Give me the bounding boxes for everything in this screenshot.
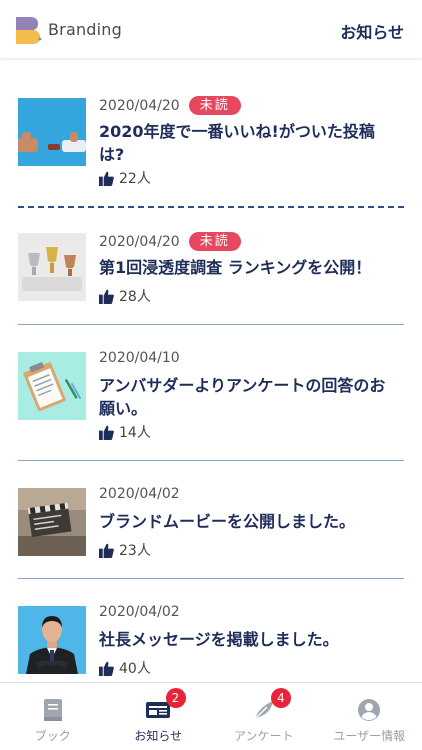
news-date: 2020/04/02 [99, 604, 180, 620]
clapperboard-photo-icon [18, 488, 86, 556]
like-count: 23人 [99, 540, 151, 560]
like-count: 28人 [99, 286, 151, 306]
tab-user-info[interactable]: ユーザー情報 [317, 683, 422, 750]
user-icon [358, 699, 381, 721]
brand-name: Branding [48, 20, 122, 39]
news-meta: 2020/04/10 [99, 350, 180, 366]
tab-label: お知らせ [134, 729, 183, 743]
tab-label: アンケート [233, 729, 294, 743]
page-title: お知らせ [340, 23, 404, 42]
news-item[interactable]: 2020/04/20 未読 2020年度で一番いいね!がついた投稿は? 22人 [0, 58, 422, 208]
thumbs-up-icon [99, 171, 114, 186]
item-divider [18, 324, 404, 325]
like-count-text: 23人 [119, 543, 151, 559]
news-meta: 2020/04/20 未読 [99, 96, 241, 115]
news-item[interactable]: 2020/04/02 社長メッセージを掲載しました。 40人 [0, 584, 422, 682]
notification-count-badge: 4 [271, 688, 291, 708]
news-date: 2020/04/20 [99, 233, 180, 250]
news-title[interactable]: アンバサダーよりアンケートの回答のお願い。 [99, 374, 399, 420]
unread-badge: 未読 [188, 232, 241, 251]
tab-label: ブック [34, 729, 71, 743]
like-count-text: 14人 [119, 425, 151, 441]
branding-logo-icon [16, 17, 42, 44]
thumbs-up-photo-icon [18, 98, 86, 166]
news-item[interactable]: 2020/04/10 アンバサダーよりアンケートの回答のお願い。 14人 [0, 330, 422, 466]
notification-count-badge: 2 [165, 688, 186, 708]
news-title[interactable]: 社長メッセージを掲載しました。 [99, 628, 399, 651]
item-divider [18, 578, 404, 579]
like-count: 14人 [99, 422, 151, 442]
like-count-text: 40人 [119, 661, 151, 677]
news-title[interactable]: 第1回浸透度調査 ランキングを公開！ [99, 256, 399, 279]
news-date: 2020/04/02 [99, 486, 180, 502]
news-item[interactable]: 2020/04/20 未読 第1回浸透度調査 ランキングを公開！ 28人 [0, 194, 422, 330]
like-count-text: 22人 [119, 171, 151, 187]
like-count-text: 28人 [119, 289, 151, 305]
book-icon [43, 699, 62, 721]
news-item[interactable]: 2020/04/02 ブランドムービーを公開しました。 23人 [0, 466, 422, 602]
trophies-photo-icon [18, 233, 86, 301]
thumbs-up-icon [99, 425, 114, 440]
ceo-portrait-photo-icon [18, 606, 86, 674]
news-date: 2020/04/20 [99, 97, 180, 114]
news-meta: 2020/04/02 [99, 604, 180, 620]
app-header: Branding お知らせ [0, 0, 422, 58]
like-count: 40人 [99, 658, 151, 678]
tab-label: ユーザー情報 [333, 729, 406, 743]
thumbs-up-icon [99, 289, 114, 304]
news-meta: 2020/04/20 未読 [99, 232, 241, 251]
tab-survey[interactable]: アンケート 4 [211, 683, 317, 750]
thumbs-up-icon [99, 543, 114, 558]
clipboard-photo-icon [18, 352, 86, 420]
unread-badge: 未読 [188, 96, 241, 115]
tab-book[interactable]: ブック [0, 683, 106, 750]
tab-news[interactable]: お知らせ 2 [106, 683, 212, 750]
news-title[interactable]: 2020年度で一番いいね!がついた投稿は? [99, 120, 399, 166]
bottom-tab-bar: ブック お知らせ 2 アンケート 4 ユーザー情報 [0, 682, 422, 750]
like-count: 22人 [99, 168, 151, 188]
news-date: 2020/04/10 [99, 350, 180, 366]
thumbs-up-icon [99, 661, 114, 676]
news-meta: 2020/04/02 [99, 486, 180, 502]
item-divider [18, 460, 404, 461]
news-title[interactable]: ブランドムービーを公開しました。 [99, 510, 399, 533]
news-feed[interactable]: 2020/04/20 未読 2020年度で一番いいね!がついた投稿は? 22人 … [0, 58, 422, 682]
